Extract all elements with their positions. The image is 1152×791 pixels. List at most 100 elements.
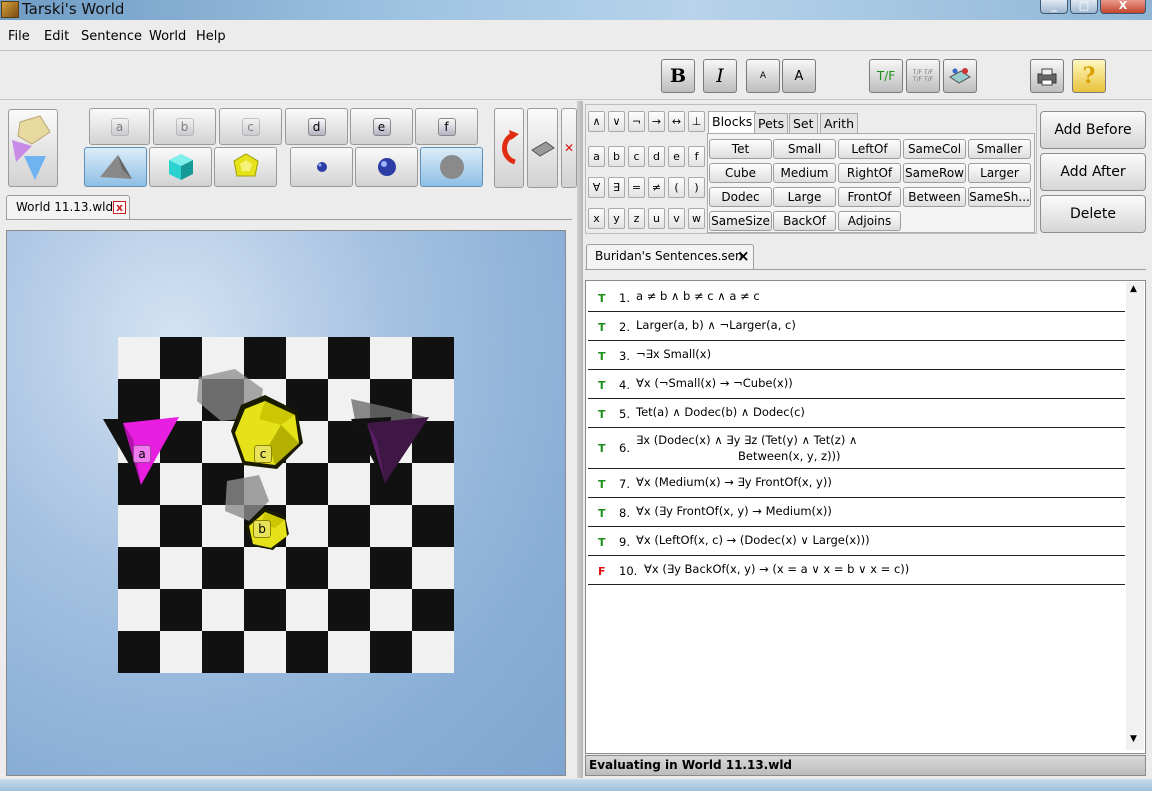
label-d-button[interactable]: d — [285, 108, 348, 145]
font-larger-button[interactable]: A — [782, 59, 816, 93]
key-not-equals[interactable]: ≠ — [648, 177, 665, 198]
pred-large[interactable]: Large — [773, 187, 836, 207]
tet-shape-button[interactable] — [84, 147, 147, 187]
add-after-button[interactable]: Add After — [1040, 153, 1146, 191]
key-y[interactable]: y — [608, 208, 625, 229]
tet-dark-block[interactable] — [351, 413, 431, 487]
key-not[interactable]: ¬ — [628, 111, 645, 132]
key-w[interactable]: w — [688, 208, 705, 229]
sentence-row[interactable]: T 4. ∀x (¬Small(x) → ¬Cube(x)) — [588, 370, 1125, 399]
sentence-row[interactable]: T 8. ∀x (∃y FrontOf(x, y) → Medium(x)) — [588, 498, 1125, 527]
delete-sentence-button[interactable]: Delete — [1040, 195, 1146, 233]
sentence-row[interactable]: T 7. ∀x (Medium(x) → ∃y FrontOf(x, y)) — [588, 469, 1125, 498]
key-bottom[interactable]: ⊥ — [688, 111, 705, 132]
key-exists[interactable]: ∃ — [608, 177, 625, 198]
small-size-button[interactable] — [290, 147, 353, 187]
pred-medium[interactable]: Medium — [773, 163, 836, 183]
key-u[interactable]: u — [648, 208, 665, 229]
minimize-button[interactable]: _ — [1040, 0, 1068, 14]
sentence-text[interactable]: ∀x (LeftOf(x, c) → (Dodec(x) ∨ Large(x))… — [636, 533, 870, 547]
sentence-text[interactable]: ¬∃x Small(x) — [636, 347, 711, 361]
menu-sentence[interactable]: Sentence — [81, 29, 142, 44]
world-view[interactable]: a c b — [6, 230, 566, 776]
sentence-row[interactable]: T 1. a ≠ b ∧ b ≠ c ∧ a ≠ c — [588, 283, 1125, 312]
label-e-button[interactable]: e — [350, 108, 413, 145]
pred-larger[interactable]: Larger — [968, 163, 1031, 183]
scroll-up-icon[interactable]: ▲ — [1130, 284, 1137, 294]
rotate-world-button[interactable] — [494, 108, 524, 188]
add-before-button[interactable]: Add Before — [1040, 111, 1146, 149]
sentence-text[interactable]: ∀x (∃y BackOf(x, y) → (x = a ∨ x = b ∨ x… — [644, 562, 909, 576]
key-iff[interactable]: ↔ — [668, 111, 685, 132]
pred-sameshape[interactable]: SameSh... — [968, 187, 1031, 207]
sentence-file-tab[interactable]: Buridan's Sentences.sen × — [586, 244, 754, 269]
pred-small[interactable]: Small — [773, 139, 836, 159]
key-right-paren[interactable]: ) — [688, 177, 705, 198]
sentence-list[interactable]: T 1. a ≠ b ∧ b ≠ c ∧ a ≠ c T 2. Larger(a… — [585, 280, 1146, 754]
sentence-text[interactable]: a ≠ b ∧ b ≠ c ∧ a ≠ c — [636, 289, 760, 303]
print-icon[interactable] — [1030, 59, 1064, 93]
sentence-text[interactable]: ∃x (Dodec(x) ∧ ∃y ∃z (Tet(y) ∧ Tet(z) ∧ — [636, 433, 857, 447]
cube-shape-button[interactable] — [149, 147, 212, 187]
tab-arith[interactable]: Arith — [820, 113, 858, 133]
sentence-row[interactable]: F 10. ∀x (∃y BackOf(x, y) → (x = a ∨ x =… — [588, 556, 1125, 585]
pred-cube[interactable]: Cube — [709, 163, 772, 183]
world-tab-close-icon[interactable]: x — [113, 201, 126, 214]
label-b-button[interactable]: b — [153, 108, 216, 145]
key-v[interactable]: v — [668, 208, 685, 229]
pred-leftof[interactable]: LeftOf — [838, 139, 901, 159]
sentence-row[interactable]: T 9. ∀x (LeftOf(x, c) → (Dodec(x) ∨ Larg… — [588, 527, 1125, 556]
scroll-down-icon[interactable]: ▼ — [1130, 734, 1137, 744]
pred-samecol[interactable]: SameCol — [903, 139, 966, 159]
game-icon[interactable] — [943, 59, 977, 93]
2d-view-button[interactable] — [527, 108, 558, 188]
italic-button[interactable]: I — [703, 59, 737, 93]
sentence-row[interactable]: T 6. ∃x (Dodec(x) ∧ ∃y ∃z (Tet(y) ∧ Tet(… — [588, 428, 1125, 469]
label-a-button[interactable]: a — [89, 108, 150, 145]
sentence-row[interactable]: T 3. ¬∃x Small(x) — [588, 341, 1125, 370]
pred-samesize[interactable]: SameSize — [709, 211, 772, 231]
label-f-button[interactable]: f — [415, 108, 478, 145]
pred-tet[interactable]: Tet — [709, 139, 772, 159]
pred-samerow[interactable]: SameRow — [903, 163, 966, 183]
sentence-text[interactable]: ∀x (∃y FrontOf(x, y) → Medium(x)) — [636, 504, 832, 518]
tab-set[interactable]: Set — [789, 113, 818, 133]
help-icon[interactable]: ? — [1072, 59, 1106, 93]
menu-edit[interactable]: Edit — [44, 29, 69, 44]
key-d[interactable]: d — [648, 146, 665, 167]
key-and[interactable]: ∧ — [588, 111, 605, 132]
label-c-button[interactable]: c — [219, 108, 282, 145]
pred-adjoins[interactable]: Adjoins — [838, 211, 901, 231]
verify-all-button[interactable]: T/F T/F T/F T/F — [906, 59, 940, 93]
delete-block-button[interactable]: ✕ — [561, 108, 577, 188]
shapes-palette-icon[interactable] — [8, 109, 58, 187]
key-left-paren[interactable]: ( — [668, 177, 685, 198]
key-implies[interactable]: → — [648, 111, 665, 132]
maximize-button[interactable]: □ — [1070, 0, 1098, 14]
medium-size-button[interactable] — [355, 147, 418, 187]
key-x[interactable]: x — [588, 208, 605, 229]
key-c[interactable]: c — [628, 146, 645, 167]
sentence-text[interactable]: ∀x (Medium(x) → ∃y FrontOf(x, y)) — [636, 475, 832, 489]
sentence-text[interactable]: ∀x (¬Small(x) → ¬Cube(x)) — [636, 376, 793, 390]
menu-help[interactable]: Help — [196, 29, 226, 44]
sentence-text-continuation[interactable]: Between(x, y, z))) — [738, 449, 841, 463]
font-smaller-button[interactable]: A — [746, 59, 780, 93]
bold-button[interactable]: B — [661, 59, 695, 93]
key-z[interactable]: z — [628, 208, 645, 229]
key-a[interactable]: a — [588, 146, 605, 167]
key-b[interactable]: b — [608, 146, 625, 167]
tab-pets[interactable]: Pets — [754, 113, 789, 133]
close-window-button[interactable]: X — [1100, 0, 1146, 14]
dodec-shape-button[interactable] — [214, 147, 277, 187]
large-size-button[interactable] — [420, 147, 483, 187]
verify-button[interactable]: T/F — [869, 59, 903, 93]
panel-splitter[interactable] — [577, 101, 583, 778]
pred-backof[interactable]: BackOf — [773, 211, 836, 231]
sentence-tab-close-icon[interactable]: × — [737, 247, 750, 265]
sentence-scrollbar[interactable]: ▲ ▼ — [1126, 282, 1144, 750]
key-f[interactable]: f — [688, 146, 705, 167]
sentence-text[interactable]: Larger(a, b) ∧ ¬Larger(a, c) — [636, 318, 796, 332]
sentence-row[interactable]: T 5. Tet(a) ∧ Dodec(b) ∧ Dodec(c) — [588, 399, 1125, 428]
pred-frontof[interactable]: FrontOf — [838, 187, 901, 207]
